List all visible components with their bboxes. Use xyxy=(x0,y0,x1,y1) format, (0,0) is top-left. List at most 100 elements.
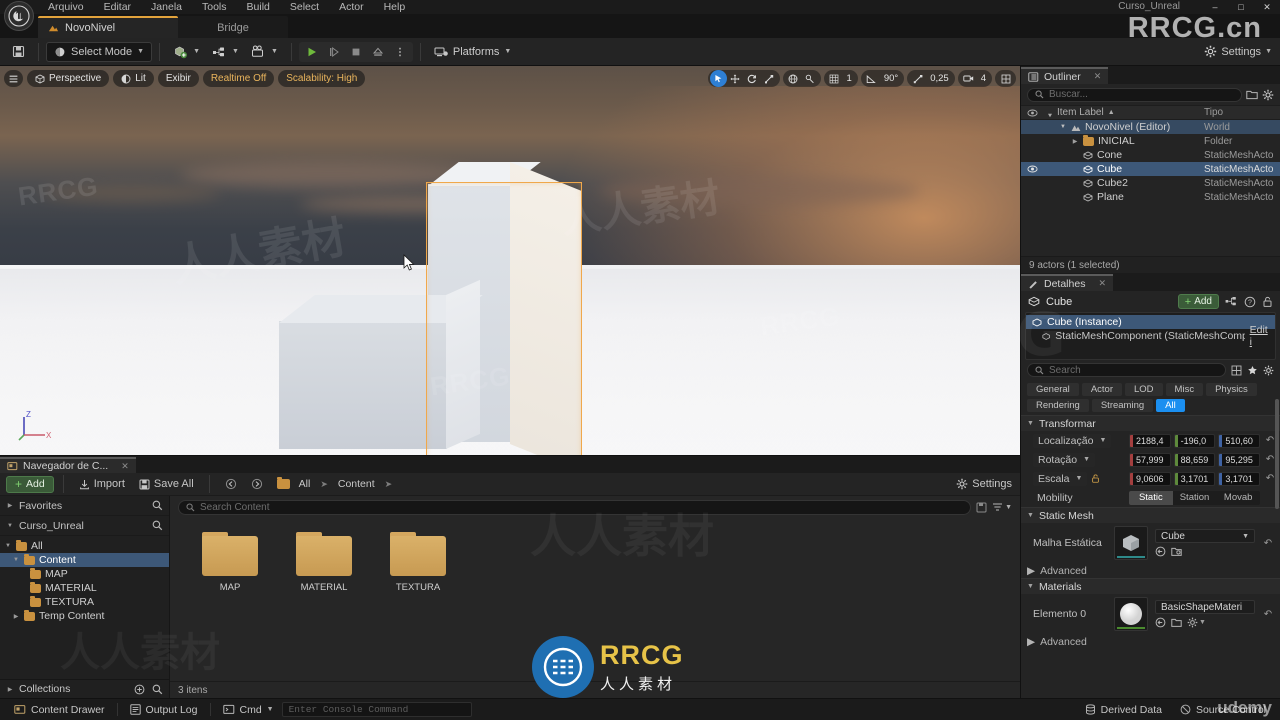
content-browser-tab[interactable]: Navegador de C... ✕ xyxy=(0,457,136,473)
component-row-staticmesh[interactable]: StaticMeshComponent (StaticMeshComponent… xyxy=(1026,324,1275,348)
filter-chip-all[interactable]: All xyxy=(1156,399,1185,412)
derived-data-button[interactable]: Derived Data xyxy=(1077,702,1170,718)
section-materials[interactable]: ▼ Materials xyxy=(1021,578,1280,594)
section-transformar[interactable]: ▼ Transformar xyxy=(1021,415,1280,431)
chevron-right-icon-inicial[interactable]: ▶ xyxy=(1071,138,1079,145)
menu-item-actor[interactable]: Actor xyxy=(329,0,374,14)
static-mesh-thumbnail[interactable] xyxy=(1114,526,1148,560)
blueprints-button[interactable]: ▼ xyxy=(206,42,245,62)
outliner-row-cone[interactable]: Cone StaticMeshActo xyxy=(1021,148,1280,162)
open-asset-icon[interactable] xyxy=(1171,546,1182,557)
tree-item-temp-content[interactable]: ▶ Temp Content xyxy=(0,609,169,623)
breadcrumb-content[interactable]: Content xyxy=(334,478,379,490)
menu-item-help[interactable]: Help xyxy=(374,0,416,14)
filter-chip-general[interactable]: General xyxy=(1027,383,1079,396)
outliner-tab[interactable]: Outliner ✕ xyxy=(1021,67,1109,84)
details-settings-icon[interactable] xyxy=(1263,365,1274,376)
maximize-icon[interactable]: □ xyxy=(1228,0,1254,14)
browse-to-material-icon[interactable] xyxy=(1155,617,1166,628)
tree-item-material[interactable]: MATERIAL xyxy=(0,581,169,595)
viewport-realtime-chip[interactable]: Realtime Off xyxy=(202,70,275,87)
scale-icon[interactable] xyxy=(761,70,778,87)
save-search-icon[interactable] xyxy=(976,502,987,513)
save-all-button[interactable]: Save All xyxy=(133,476,200,492)
details-scrollbar[interactable] xyxy=(1275,399,1279,509)
close-icon[interactable]: ✕ xyxy=(121,461,129,472)
search-icon-3[interactable] xyxy=(152,684,163,695)
grid-view-icon[interactable] xyxy=(1231,365,1242,376)
filter-chip-actor[interactable]: Actor xyxy=(1081,383,1122,396)
component-edit-link[interactable]: Edit i xyxy=(1250,324,1269,348)
viewport-exibir-chip[interactable]: Exibir xyxy=(157,70,199,87)
lock-icon[interactable] xyxy=(1262,296,1273,308)
material-thumbnail[interactable] xyxy=(1114,597,1148,631)
outliner-row-cube2[interactable]: Cube2 StaticMeshActo xyxy=(1021,176,1280,190)
scale-snap-icon[interactable] xyxy=(909,70,926,87)
outliner-row-inicial[interactable]: ▶ INICIAL Folder xyxy=(1021,134,1280,148)
open-material-icon[interactable] xyxy=(1171,617,1182,628)
search-icon-2[interactable] xyxy=(152,520,163,531)
scale-y-input[interactable]: 3,1701 xyxy=(1173,471,1216,486)
close-icon-outliner[interactable]: ✕ xyxy=(1094,71,1102,82)
eject-button[interactable] xyxy=(367,42,389,62)
grid-snap-group[interactable]: 1 xyxy=(823,70,858,87)
location-z-input[interactable]: 510,60 xyxy=(1218,433,1261,448)
viewport-layout-icon[interactable] xyxy=(997,70,1014,87)
blueprint-graph-icon[interactable] xyxy=(1225,296,1238,307)
tree-item-content[interactable]: ▼ Content xyxy=(0,553,169,567)
scale-label-wrap[interactable]: Escala ▼ xyxy=(1033,471,1125,486)
tree-item-map[interactable]: MAP xyxy=(0,567,169,581)
outliner-col-type[interactable]: Tipo xyxy=(1204,107,1280,118)
section-static-mesh[interactable]: ▼ Static Mesh xyxy=(1021,507,1280,523)
select-arrow-icon[interactable] xyxy=(709,70,727,87)
outliner-row-cube[interactable]: Cube StaticMeshActo xyxy=(1021,162,1280,176)
breadcrumb-all[interactable]: All xyxy=(295,478,315,490)
content-drawer-button[interactable]: Content Drawer xyxy=(6,702,113,718)
import-button[interactable]: Import xyxy=(73,476,131,492)
cmd-dropdown-button[interactable]: Cmd ▼ xyxy=(215,702,282,718)
material-options-button[interactable]: ▼ xyxy=(1187,617,1206,628)
viewport-scalability-chip[interactable]: Scalability: High xyxy=(278,70,366,87)
favorite-star-icon[interactable] xyxy=(1247,365,1258,376)
static-mesh-reset-icon[interactable]: ↶ xyxy=(1262,538,1274,549)
camera-speed-value[interactable]: 4 xyxy=(977,73,990,84)
rotation-y-input[interactable]: 88,659 xyxy=(1173,452,1216,467)
asset-item-material[interactable]: MATERIAL xyxy=(288,532,360,681)
rotation-x-input[interactable]: 57,999 xyxy=(1129,452,1171,467)
menu-item-select[interactable]: Select xyxy=(280,0,329,14)
add-collection-icon[interactable] xyxy=(134,684,145,695)
rotate-icon[interactable] xyxy=(744,70,761,87)
nav-forward-button[interactable] xyxy=(245,476,269,492)
viewport-cube2[interactable] xyxy=(279,279,483,449)
eye-icon-cube[interactable] xyxy=(1021,165,1043,173)
camera-speed-group[interactable]: 4 xyxy=(957,70,992,87)
outliner-row-world[interactable]: ▼ NovoNivel (Editor) World xyxy=(1021,120,1280,134)
tree-item-textura[interactable]: TEXTURA xyxy=(0,595,169,609)
unreal-logo-icon[interactable] xyxy=(4,1,34,31)
cinematics-button[interactable]: ▼ xyxy=(245,42,284,62)
mobility-stationary[interactable]: Station xyxy=(1173,491,1217,505)
project-section[interactable]: ▼ Curso_Unreal xyxy=(0,516,169,536)
location-x-input[interactable]: 2188,4 xyxy=(1129,433,1171,448)
viewport-layout-group[interactable] xyxy=(995,70,1016,87)
nav-back-button[interactable] xyxy=(219,476,243,492)
content-browser-settings-button[interactable]: Settings xyxy=(956,478,1012,490)
outliner-col-label[interactable]: Item Label ▲ xyxy=(1057,107,1204,118)
material-value-dropdown[interactable]: BasicShapeMateri xyxy=(1155,600,1255,614)
play-more-button[interactable] xyxy=(389,42,411,62)
scale-x-input[interactable]: 9,0606 xyxy=(1129,471,1171,486)
scale-snap-value[interactable]: 0,25 xyxy=(926,73,953,84)
filter-chip-rendering[interactable]: Rendering xyxy=(1027,399,1089,412)
menu-item-editar[interactable]: Editar xyxy=(94,0,141,14)
mobility-movable[interactable]: Movab xyxy=(1216,491,1260,505)
console-command-input[interactable]: Enter Console Command xyxy=(281,702,472,717)
scale-z-input[interactable]: 3,1701 xyxy=(1218,471,1261,486)
angle-snap-icon[interactable] xyxy=(863,70,880,87)
move-icon[interactable] xyxy=(727,70,744,87)
search-icon[interactable] xyxy=(152,500,163,511)
add-actor-button[interactable]: ▼ xyxy=(167,42,206,62)
rotation-z-input[interactable]: 95,295 xyxy=(1218,452,1261,467)
details-add-button[interactable]: + Add xyxy=(1177,294,1219,309)
filter-chip-streaming[interactable]: Streaming xyxy=(1091,399,1154,412)
asset-item-map[interactable]: MAP xyxy=(194,532,266,681)
